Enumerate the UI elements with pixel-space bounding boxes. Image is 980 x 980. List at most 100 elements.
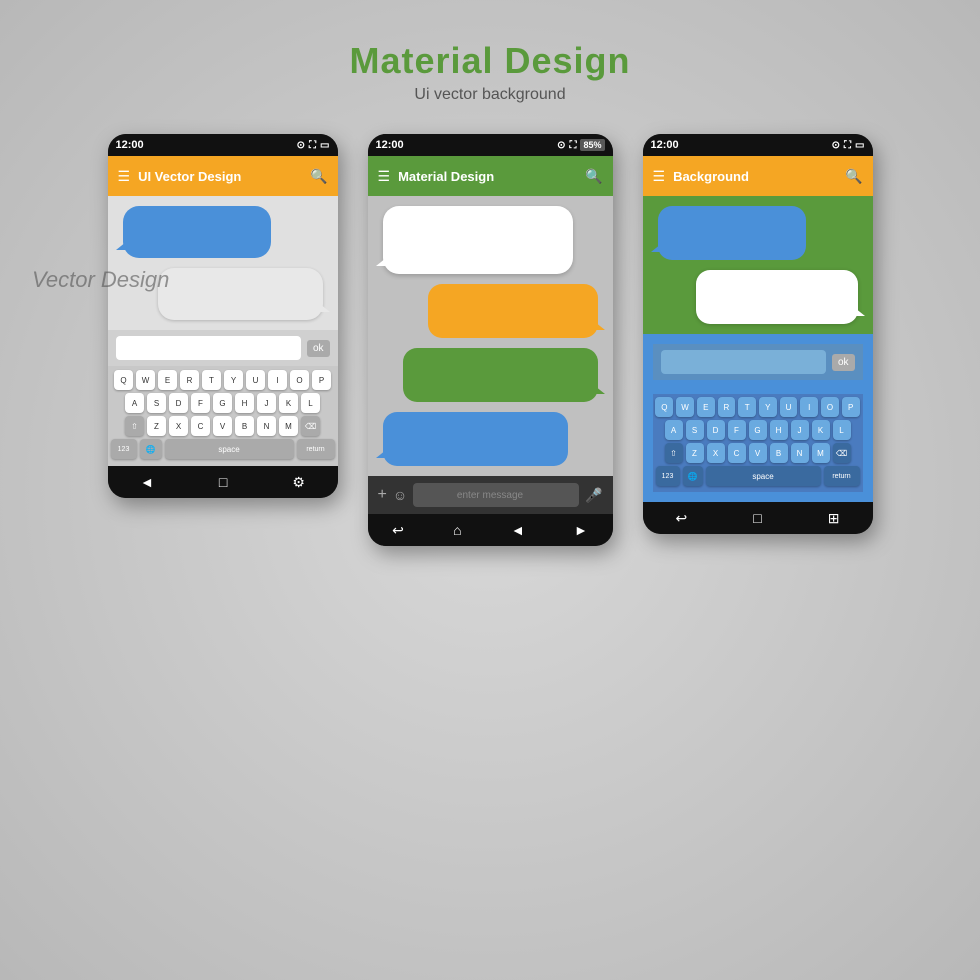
key-v-1[interactable]: V	[213, 416, 232, 436]
return-3[interactable]: return	[824, 466, 860, 486]
key-l-1[interactable]: L	[301, 393, 320, 413]
key-d-1[interactable]: D	[169, 393, 188, 413]
signal-icon-1: ⛶	[309, 140, 316, 151]
key-t-1[interactable]: T	[202, 370, 221, 390]
shift-3[interactable]: ⇧	[665, 443, 683, 463]
space-key-1[interactable]: space	[165, 439, 294, 459]
shift-key-1[interactable]: ⇧	[125, 416, 144, 436]
key-s-3[interactable]: S	[686, 420, 704, 440]
num-key-1[interactable]: 123	[111, 439, 137, 459]
bubble-1-2	[158, 268, 323, 320]
key-d-3[interactable]: D	[707, 420, 725, 440]
key-a-1[interactable]: A	[125, 393, 144, 413]
key-p-1[interactable]: P	[312, 370, 331, 390]
status-bar-2: 12:00 ⊙ ⛶ 85%	[368, 134, 613, 156]
message-input-2[interactable]	[413, 483, 579, 507]
delete-key-1[interactable]: ⌫	[301, 416, 320, 436]
key-m-1[interactable]: M	[279, 416, 298, 436]
nav-settings-1[interactable]: ⚙	[292, 474, 305, 491]
key-a-3[interactable]: A	[665, 420, 683, 440]
key-f-3[interactable]: F	[728, 420, 746, 440]
emoji-icon-2[interactable]: ☺	[393, 487, 407, 503]
return-key-1[interactable]: return	[297, 439, 335, 459]
key-u-3[interactable]: U	[780, 397, 798, 417]
wifi-icon-1: ⊙	[297, 140, 305, 151]
key-b-1[interactable]: B	[235, 416, 254, 436]
kb-row2-1: A S D F G H J K L	[111, 393, 335, 413]
app-bar-1: ☰ UI Vector Design 🔍	[108, 156, 338, 196]
key-q-1[interactable]: Q	[114, 370, 133, 390]
wifi-icon-2: ⊙	[557, 140, 565, 151]
key-l-3[interactable]: L	[833, 420, 851, 440]
key-x-1[interactable]: X	[169, 416, 188, 436]
ok-button-1[interactable]: ok	[307, 340, 330, 357]
key-v-3[interactable]: V	[749, 443, 767, 463]
key-k-3[interactable]: K	[812, 420, 830, 440]
key-i-1[interactable]: I	[268, 370, 287, 390]
key-g-1[interactable]: G	[213, 393, 232, 413]
nav-home-3[interactable]: □	[753, 510, 761, 526]
key-t-3[interactable]: T	[738, 397, 756, 417]
key-o-1[interactable]: O	[290, 370, 309, 390]
key-y-3[interactable]: Y	[759, 397, 777, 417]
nav-back-1[interactable]: ◄	[140, 474, 154, 490]
key-k-1[interactable]: K	[279, 393, 298, 413]
key-w-3[interactable]: W	[676, 397, 694, 417]
nav-next-2[interactable]: ►	[574, 522, 588, 538]
key-u-1[interactable]: U	[246, 370, 265, 390]
nav-back-3[interactable]: ↩	[676, 510, 688, 527]
menu-icon-1[interactable]: ☰	[118, 168, 131, 185]
num-3[interactable]: 123	[656, 466, 680, 486]
key-s-1[interactable]: S	[147, 393, 166, 413]
key-m-3[interactable]: M	[812, 443, 830, 463]
nav-home-2[interactable]: ⌂	[453, 522, 461, 538]
key-h-1[interactable]: H	[235, 393, 254, 413]
del-3[interactable]: ⌫	[833, 443, 851, 463]
message-input-1[interactable]	[116, 336, 301, 360]
key-n-3[interactable]: N	[791, 443, 809, 463]
menu-icon-2[interactable]: ☰	[378, 168, 391, 185]
bubble-3-1	[658, 206, 806, 260]
key-j-3[interactable]: J	[791, 420, 809, 440]
key-r-1[interactable]: R	[180, 370, 199, 390]
globe-key-1[interactable]: 🌐	[140, 439, 162, 459]
key-y-1[interactable]: Y	[224, 370, 243, 390]
key-z-3[interactable]: Z	[686, 443, 704, 463]
key-h-3[interactable]: H	[770, 420, 788, 440]
nav-prev-2[interactable]: ◄	[511, 522, 525, 538]
search-icon-1[interactable]: 🔍	[310, 168, 327, 185]
wifi-icon-3: ⊙	[832, 140, 840, 151]
menu-icon-3[interactable]: ☰	[653, 168, 666, 185]
globe-3[interactable]: 🌐	[683, 466, 703, 486]
key-q-3[interactable]: Q	[655, 397, 673, 417]
nav-grid-3[interactable]: ⊞	[828, 510, 840, 527]
plus-icon-2[interactable]: +	[378, 486, 387, 504]
key-b-3[interactable]: B	[770, 443, 788, 463]
key-o-3[interactable]: O	[821, 397, 839, 417]
key-i-3[interactable]: I	[800, 397, 818, 417]
key-x-3[interactable]: X	[707, 443, 725, 463]
key-r-3[interactable]: R	[718, 397, 736, 417]
key-p-3[interactable]: P	[842, 397, 860, 417]
nav-home-1[interactable]: □	[219, 474, 227, 490]
mic-icon-2[interactable]: 🎤	[585, 487, 602, 504]
search-icon-3[interactable]: 🔍	[845, 168, 862, 185]
key-c-1[interactable]: C	[191, 416, 210, 436]
key-f-1[interactable]: F	[191, 393, 210, 413]
kb-row1-1: Q W E R T Y U I O P	[111, 370, 335, 390]
kb-row1-3: Q W E R T Y U I O P	[656, 397, 860, 417]
key-n-1[interactable]: N	[257, 416, 276, 436]
ok-button-3[interactable]: ok	[832, 354, 855, 371]
key-e-1[interactable]: E	[158, 370, 177, 390]
message-input-3[interactable]	[661, 350, 826, 374]
key-j-1[interactable]: J	[257, 393, 276, 413]
nav-back-2[interactable]: ↩	[392, 522, 404, 539]
key-e-3[interactable]: E	[697, 397, 715, 417]
app-bar-3: ☰ Background 🔍	[643, 156, 873, 196]
key-z-1[interactable]: Z	[147, 416, 166, 436]
key-w-1[interactable]: W	[136, 370, 155, 390]
search-icon-2[interactable]: 🔍	[585, 168, 602, 185]
key-c-3[interactable]: C	[728, 443, 746, 463]
space-3[interactable]: space	[706, 466, 821, 486]
key-g-3[interactable]: G	[749, 420, 767, 440]
